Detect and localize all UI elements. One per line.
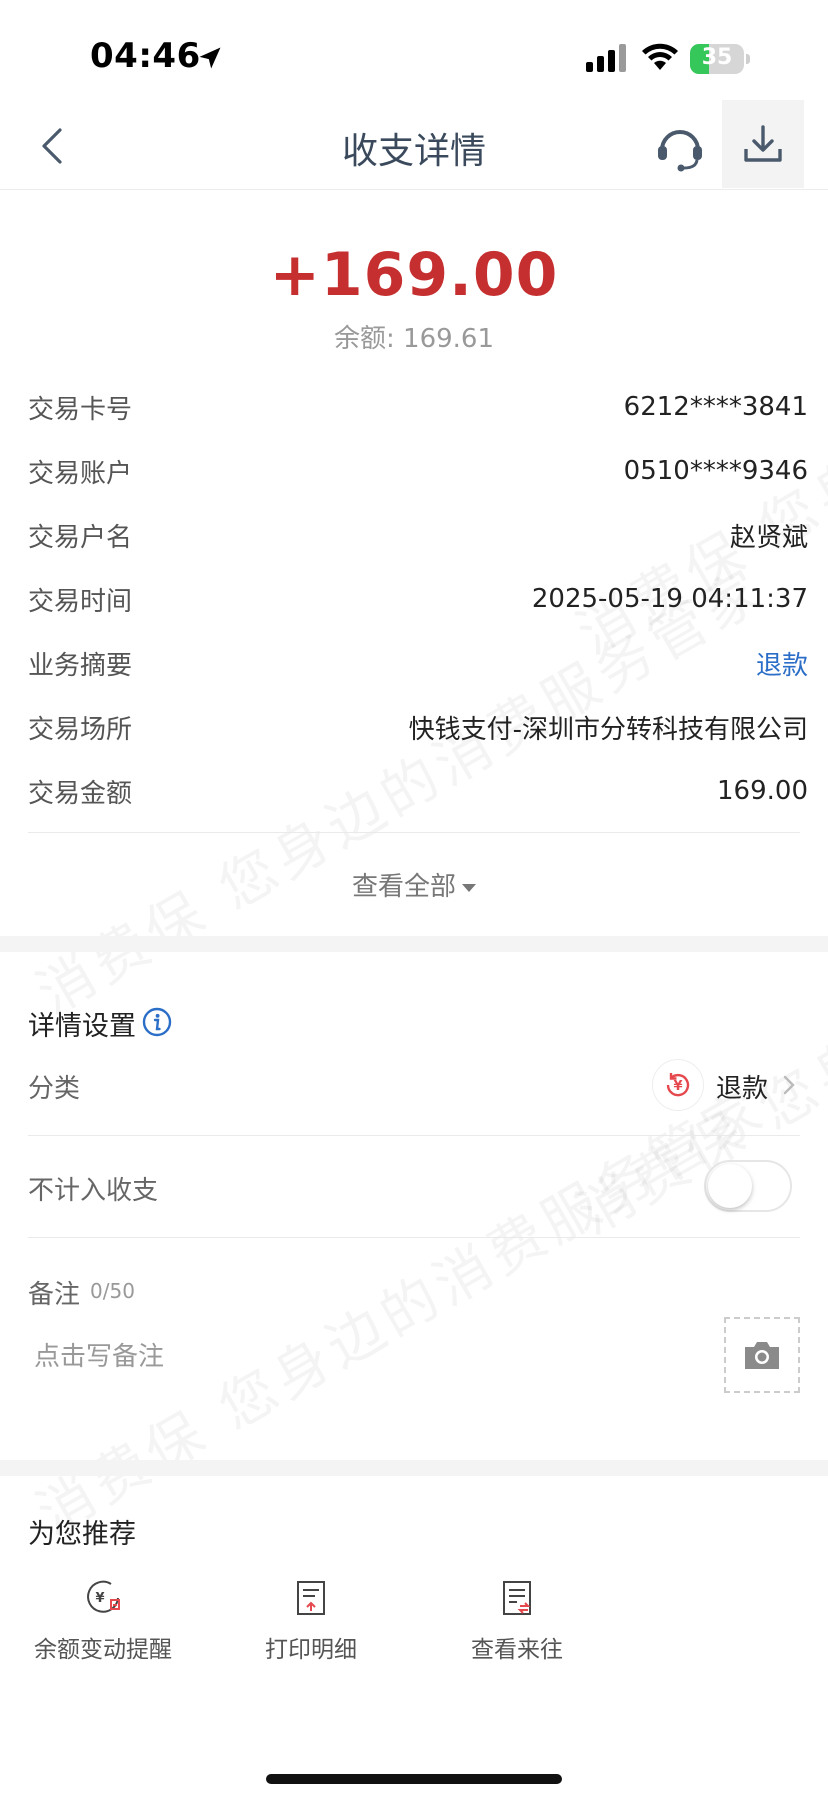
chevron-right-icon[interactable] [780,1072,798,1098]
recommend-label: 余额变动提醒 [34,1637,172,1663]
wifi-icon [642,43,678,70]
recommend-label: 打印明细 [265,1637,357,1663]
balance-text: 余额: 169.61 [334,324,494,354]
detail-value: 0510****9346 [623,456,808,486]
divider [28,1135,800,1136]
home-indicator[interactable] [266,1774,562,1784]
svg-text:¥: ¥ [95,1591,104,1606]
category-value[interactable]: 退款 [716,1068,768,1105]
exclude-toggle[interactable] [704,1160,792,1212]
detail-key: 业务摘要 [28,650,133,681]
refund-category-icon[interactable]: ¥ [652,1059,704,1111]
print-detail-icon [297,1581,325,1615]
detail-key: 交易户名 [28,522,133,553]
recommend-item-balance-alert[interactable]: ¥ 余额变动提醒 [18,1576,188,1664]
detail-value: 169.00 [717,776,808,806]
caret-down-icon [462,883,476,892]
exclude-label: 不计入收支 [28,1176,159,1206]
detail-key: 交易场所 [28,714,133,745]
camera-icon [745,1342,779,1369]
status-bar: 04:46 35 [0,0,828,100]
divider [28,832,800,833]
detail-value: 2025-05-19 04:11:37 [531,584,808,614]
detail-key: 交易时间 [28,586,133,617]
cellular-signal-icon [586,44,626,72]
detail-list: 交易卡号 6212****3841 交易账户 0510****9346 交易户名… [28,375,808,823]
customer-service-headset-icon[interactable] [652,118,708,174]
toggle-knob [708,1164,752,1208]
note-input[interactable] [34,1342,594,1372]
recommend-item-print-detail[interactable]: 打印明细 [226,1576,396,1664]
section-gap [0,1460,828,1476]
detail-row-card-number: 交易卡号 6212****3841 [28,375,808,439]
download-icon [744,125,782,162]
recommend-item-view-transactions[interactable]: 查看来往 [432,1576,602,1664]
nav-bar: 收支详情 [0,100,828,190]
status-time: 04:46 [90,36,201,76]
detail-value: 快钱支付-深圳市分转科技有限公司 [408,714,808,745]
divider [28,1237,800,1238]
download-button[interactable] [722,100,804,188]
location-arrow-icon [199,47,221,69]
watermark: 消费保 您身边的消费服务管家 [20,1065,779,1550]
svg-text:¥: ¥ [673,1079,682,1094]
transaction-amount: +169.00 [269,240,559,310]
section-gap [0,936,828,952]
detail-row-account-name: 交易户名 赵贤斌 [28,503,808,567]
view-all-label: 查看全部 [351,872,456,902]
detail-row-amount: 交易金额 169.00 [28,759,808,823]
note-count: 0/50 [90,1279,135,1303]
detail-value: 6212****3841 [623,392,808,422]
page: 消费保 您身边的消费服务管家 消费保 您身边的消费服务管家 消费保 您身边的消费… [0,0,828,1800]
add-photo-button[interactable] [724,1317,800,1393]
detail-key: 交易卡号 [28,394,133,425]
info-icon[interactable] [142,1007,172,1037]
detail-row-merchant: 交易场所 快钱支付-深圳市分转科技有限公司 [28,695,808,759]
view-transactions-icon [503,1581,531,1615]
battery-icon: 35 [690,44,750,74]
detail-value: 赵贤斌 [729,522,808,553]
recommend-title: 为您推荐 [28,1519,136,1550]
note-label: 备注 [28,1280,81,1310]
battery-level: 35 [701,45,733,70]
recommend-label: 查看来往 [471,1637,563,1663]
balance-alert-icon: ¥ [87,1580,120,1613]
detail-row-account: 交易账户 0510****9346 [28,439,808,503]
detail-row-time: 交易时间 2025-05-19 04:11:37 [28,567,808,631]
detail-row-summary: 业务摘要 退款 [28,631,808,695]
summary-link[interactable]: 退款 [756,645,808,682]
detail-key: 交易金额 [28,778,133,809]
settings-title: 详情设置 [28,1011,136,1042]
detail-key: 交易账户 [28,458,133,489]
view-all-button[interactable]: 查看全部 [0,866,828,903]
category-label: 分类 [28,1074,81,1104]
